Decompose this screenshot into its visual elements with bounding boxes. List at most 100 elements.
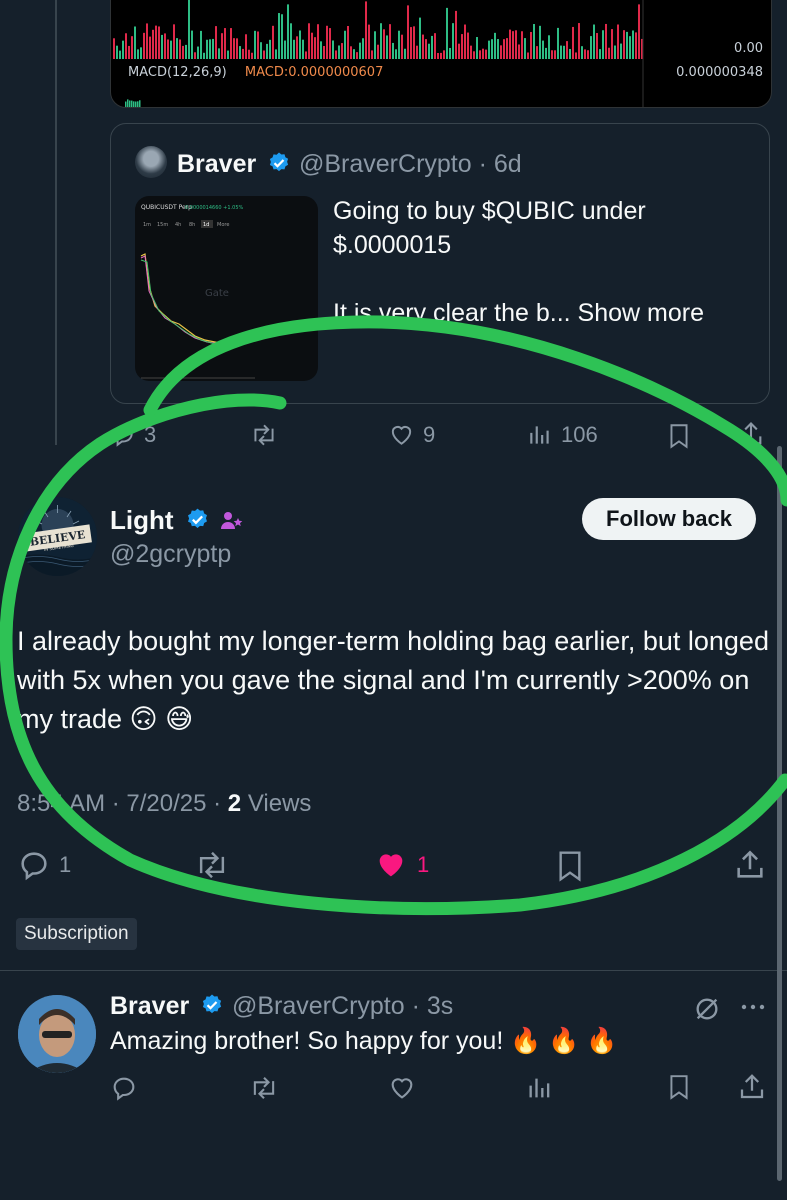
author-handle[interactable]: @2gcryptp xyxy=(110,540,231,569)
volume-bar xyxy=(320,41,322,59)
quote-reply-button[interactable]: 3 xyxy=(110,422,156,448)
volume-bar xyxy=(239,46,241,59)
retweet-button[interactable] xyxy=(193,848,231,882)
quote-like-button[interactable]: 9 xyxy=(388,422,435,448)
tweet-views-label[interactable]: Views xyxy=(248,790,312,817)
volume-bar xyxy=(212,38,214,59)
volume-bar xyxy=(221,33,223,59)
volume-bar xyxy=(272,25,274,59)
follow-back-button[interactable]: Follow back xyxy=(582,498,756,540)
volume-bar xyxy=(119,50,121,59)
volume-bar xyxy=(419,17,421,59)
subscription-badge[interactable]: Subscription xyxy=(16,918,137,950)
volume-bar xyxy=(416,45,418,59)
volume-bar xyxy=(368,24,370,59)
volume-bar xyxy=(566,41,568,59)
author-name[interactable]: Light xyxy=(110,505,245,536)
volume-bar xyxy=(302,39,304,59)
volume-bar xyxy=(440,52,442,59)
volume-bar xyxy=(434,33,436,59)
volume-bar xyxy=(587,50,589,59)
volume-bar xyxy=(392,42,394,59)
more-options-icon[interactable] xyxy=(738,995,768,1019)
volume-bar xyxy=(125,33,127,59)
retweet-icon xyxy=(254,424,274,446)
reply-count: 1 xyxy=(59,852,72,877)
quote-author-handle[interactable]: @BraverCrypto · 6d xyxy=(299,150,522,179)
reply-share-button[interactable] xyxy=(737,1072,767,1102)
volume-bar xyxy=(473,51,475,59)
bookmark-button[interactable] xyxy=(554,848,586,884)
reply-author-handle[interactable]: @BraverCrypto · 3s xyxy=(232,992,453,1021)
volume-bar xyxy=(347,25,349,59)
reply-like-button[interactable] xyxy=(387,1074,417,1102)
thumb-tab-1m: 1m xyxy=(143,222,151,228)
quote-share-button[interactable] xyxy=(737,420,765,448)
macd-bar xyxy=(131,100,133,107)
chart-zero-value: 0.00 xyxy=(734,41,763,56)
quote-author-name[interactable]: Braver xyxy=(177,150,291,179)
volume-bar xyxy=(314,37,316,59)
volume-bar xyxy=(605,23,607,59)
reply-button[interactable]: 1 xyxy=(17,848,71,882)
volume-bar xyxy=(479,50,481,59)
volume-bar xyxy=(542,40,544,59)
volume-bar xyxy=(305,51,307,59)
reply-views-button[interactable] xyxy=(526,1074,554,1102)
like-button[interactable]: 1 xyxy=(373,848,429,882)
volume-bar xyxy=(530,31,532,59)
reply-bookmark-button[interactable] xyxy=(666,1072,692,1102)
volume-bar xyxy=(182,45,184,59)
quote-retweet-button[interactable] xyxy=(249,422,279,448)
macd-legend: MACD(12,26,9) MACD:0.0000000607 xyxy=(128,65,383,80)
volume-bar xyxy=(632,30,634,59)
believe-logo: BELIEVE IN SOMETHING xyxy=(18,497,97,576)
volume-bar xyxy=(611,29,613,59)
volume-bar xyxy=(458,43,460,59)
volume-bar xyxy=(521,31,523,59)
chart-image-card[interactable]: 0.00 MACD(12,26,9) MACD:0.0000000607 0.0… xyxy=(110,0,772,108)
quote-avatar[interactable] xyxy=(135,146,167,178)
grok-icon[interactable] xyxy=(693,995,721,1023)
author-avatar[interactable]: BELIEVE IN SOMETHING xyxy=(18,497,97,576)
volume-bar xyxy=(188,0,190,59)
quote-bookmark-button[interactable] xyxy=(666,422,692,450)
volume-bar xyxy=(491,39,493,59)
macd-label: MACD(12,26,9) xyxy=(128,65,227,80)
reply-reply-button[interactable] xyxy=(110,1074,138,1102)
volume-bar xyxy=(620,43,622,59)
quote-reply-count: 3 xyxy=(144,422,157,447)
scrollbar[interactable] xyxy=(777,446,782,1181)
reply-retweet-button[interactable] xyxy=(248,1074,280,1102)
volume-bar xyxy=(269,39,271,59)
tweet-time: 8:54 AM xyxy=(17,790,106,817)
volume-bar xyxy=(137,49,139,59)
volume-bar xyxy=(371,50,373,59)
quote-views-button[interactable]: 106 xyxy=(527,422,598,448)
volume-bar xyxy=(389,24,391,59)
reply-text: Amazing brother! So happy for you! 🔥 🔥 🔥 xyxy=(110,1027,618,1055)
volume-bar xyxy=(398,30,400,59)
volume-bar xyxy=(515,30,517,59)
volume-bar xyxy=(380,23,382,59)
quote-chart-thumbnail[interactable]: QUBICUSDT Perp 0.0000014660 +1.05% 1m 15… xyxy=(135,196,318,381)
volume-bar xyxy=(326,25,328,59)
volume-bar xyxy=(245,34,247,59)
macd-bar xyxy=(137,101,139,107)
volume-bar xyxy=(524,38,526,59)
macd-bar xyxy=(133,101,135,107)
show-more-link[interactable]: Show more xyxy=(578,299,704,327)
volume-bar xyxy=(638,4,640,60)
volume-bar xyxy=(122,40,124,59)
reply-author-name[interactable]: Braver xyxy=(110,992,224,1021)
volume-bar xyxy=(443,50,445,59)
volume-bar xyxy=(179,39,181,59)
volume-bar xyxy=(383,29,385,59)
volume-bar xyxy=(608,47,610,59)
reply-author-avatar[interactable] xyxy=(18,995,96,1073)
volume-bar xyxy=(470,45,472,59)
share-button[interactable] xyxy=(733,848,767,882)
bookmark-icon xyxy=(559,851,581,882)
volume-bar xyxy=(590,36,592,59)
quoted-tweet[interactable]: Braver @BraverCrypto · 6d QUBICUSDT Perp… xyxy=(110,123,770,404)
